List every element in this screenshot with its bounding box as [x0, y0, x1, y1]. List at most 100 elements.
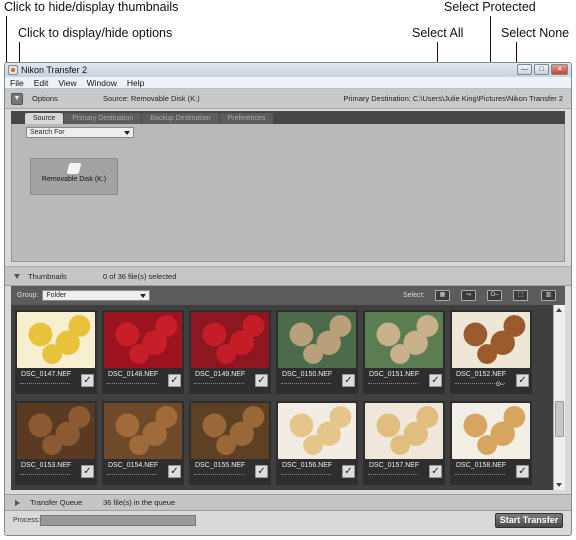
thumbnail-item[interactable]: DSC_0154.NEF ✓ [102, 401, 184, 485]
thumbnail-item[interactable]: DSC_0155.NEF ✓ [189, 401, 271, 485]
thumbnail-filename: DSC_0153.NEF [21, 462, 72, 469]
thumbnail-status-icons [455, 474, 505, 479]
app-icon [8, 65, 18, 75]
minimize-button[interactable]: — [517, 64, 532, 75]
process-progress-bar [40, 515, 196, 526]
menu-file[interactable]: File [10, 78, 24, 88]
thumbnail-photo[interactable] [278, 312, 356, 368]
thumbnail-checkbox[interactable]: ✓ [342, 374, 355, 387]
thumbnail-photo[interactable] [365, 312, 443, 368]
thumbnail-filename: DSC_0147.NEF [21, 371, 72, 378]
queue-toggle-icon[interactable] [15, 499, 20, 506]
group-value: Folder [46, 292, 67, 299]
menu-help[interactable]: Help [127, 78, 144, 88]
thumbnail-item[interactable]: DSC_0151.NEF ✓ [363, 310, 445, 394]
options-destination: Primary Destination: C:\Users\Julie King… [343, 94, 563, 103]
thumbnail-photo[interactable] [452, 403, 530, 459]
scroll-up-icon[interactable] [556, 308, 562, 312]
thumbnail-checkbox[interactable]: ✓ [81, 465, 94, 478]
thumbnail-scrollbar[interactable] [553, 305, 565, 490]
thumbnail-checkbox[interactable]: ✓ [429, 465, 442, 478]
process-label: Process: [13, 517, 41, 524]
thumbnail-item[interactable]: DSC_0156.NEF ✓ [276, 401, 358, 485]
thumbnail-checkbox[interactable]: ✓ [429, 374, 442, 387]
chevron-down-icon [124, 131, 130, 135]
thumbnail-filename: DSC_0149.NEF [195, 371, 246, 378]
thumbnail-filename: DSC_0148.NEF [108, 371, 159, 378]
tab-backup-destination[interactable]: Backup Destination [142, 113, 219, 124]
thumbnail-filename: DSC_0157.NEF [369, 462, 420, 469]
thumbnail-item[interactable]: DSC_0153.NEF ✓ [15, 401, 97, 485]
thumbnail-photo[interactable] [452, 312, 530, 368]
thumbnail-filename: DSC_0151.NEF [369, 371, 420, 378]
group-toolbar: Group: Folder Select: ▦ ↝ O‒ ⬚ ▥ [11, 286, 565, 305]
select-all-button[interactable]: ▦ [435, 290, 450, 301]
menu-view[interactable]: View [58, 78, 76, 88]
thumbnail-checkbox[interactable]: ✓ [81, 374, 94, 387]
group-dropdown[interactable]: Folder [42, 290, 151, 301]
scroll-thumb[interactable] [555, 401, 564, 437]
group-label: Group: [17, 292, 39, 299]
thumbnail-item[interactable]: DSC_0150.NEF ✓ [276, 310, 358, 394]
menu-window[interactable]: Window [87, 78, 117, 88]
thumbnail-checkbox[interactable]: ✓ [516, 465, 529, 478]
maximize-button[interactable]: □ [534, 64, 549, 75]
select-none-button[interactable]: ⬚ [513, 290, 528, 301]
thumbnail-photo[interactable] [104, 403, 182, 459]
options-source: Source: Removable Disk (K:) [103, 94, 200, 103]
thumbnail-checkbox[interactable]: ✓ [255, 374, 268, 387]
search-for-dropdown[interactable]: Search For [26, 127, 134, 138]
title-bar: Nikon Transfer 2 — □ × [5, 63, 571, 77]
thumbnail-photo[interactable] [17, 312, 95, 368]
thumbnail-status-icons [194, 383, 244, 388]
thumbnail-checkbox[interactable]: ✓ [168, 465, 181, 478]
menu-edit[interactable]: Edit [34, 78, 49, 88]
thumbnail-photo[interactable] [191, 403, 269, 459]
window-title: Nikon Transfer 2 [21, 65, 88, 75]
thumbnail-status-icons [107, 474, 157, 479]
select-new-button[interactable]: ↝ [461, 290, 476, 301]
thumbnail-photo[interactable] [365, 403, 443, 459]
thumbnail-photo[interactable] [191, 312, 269, 368]
thumbnail-checkbox[interactable]: ✓ [342, 465, 355, 478]
start-transfer-button[interactable]: Start Transfer [495, 513, 563, 528]
thumbnail-filename: DSC_0154.NEF [108, 462, 159, 469]
thumbnail-item[interactable]: DSC_0148.NEF ✓ [102, 310, 184, 394]
thumbnail-item[interactable]: DSC_0157.NEF ✓ [363, 401, 445, 485]
options-toggle-button[interactable]: ▼ [11, 92, 23, 105]
thumbnail-photo[interactable] [278, 403, 356, 459]
device-label: Removable Disk (K:) [41, 176, 107, 183]
thumbnail-checkbox[interactable]: ✓ [516, 374, 529, 387]
protected-icon: O‒ [496, 382, 505, 388]
thumbnail-item[interactable]: DSC_0149.NEF ✓ [189, 310, 271, 394]
thumbnail-checkbox[interactable]: ✓ [168, 374, 181, 387]
thumbnail-photo[interactable] [104, 312, 182, 368]
thumbnail-status-icons [281, 474, 331, 479]
thumbnail-checkbox[interactable]: ✓ [255, 465, 268, 478]
thumbnail-filename: DSC_0155.NEF [195, 462, 246, 469]
select-protected-button[interactable]: O‒ [487, 290, 502, 301]
tab-source[interactable]: Source [25, 113, 64, 124]
menu-bar: File Edit View Window Help [5, 77, 571, 89]
thumbnail-item[interactable]: DSC_0158.NEF ✓ [450, 401, 532, 485]
thumbnail-item[interactable]: DSC_0147.NEF ✓ [15, 310, 97, 394]
thumbnail-status-icons [194, 474, 244, 479]
thumbnail-status-icons [107, 383, 157, 388]
thumbnail-filename: DSC_0150.NEF [282, 371, 333, 378]
callout-select-none: Select None [501, 26, 570, 40]
tab-preferences[interactable]: Preferences [219, 113, 274, 124]
tab-primary-destination[interactable]: Primary Destination [64, 113, 142, 124]
thumbnail-status-icons [281, 383, 331, 388]
thumbnail-photo[interactable] [17, 403, 95, 459]
view-mode-button[interactable]: ▥ [541, 290, 556, 301]
search-for-value: Search For [30, 129, 65, 136]
thumbnail-status-icons [368, 474, 418, 479]
thumbnail-filename: DSC_0158.NEF [456, 462, 507, 469]
thumbnails-toggle-icon[interactable] [14, 273, 20, 279]
thumbnail-item[interactable]: DSC_0152.NEF O‒ ✓ [450, 310, 532, 394]
thumbnail-grid: DSC_0147.NEF ✓ DSC_0148.NEF ✓ DSC_0149.NEF ✓ D… [11, 305, 565, 490]
scroll-down-icon[interactable] [556, 483, 562, 487]
close-button[interactable]: × [551, 64, 568, 75]
removable-disk-device[interactable]: Removable Disk (K:) [30, 158, 118, 195]
queue-count: 36 file(s) in the queue [103, 498, 176, 507]
